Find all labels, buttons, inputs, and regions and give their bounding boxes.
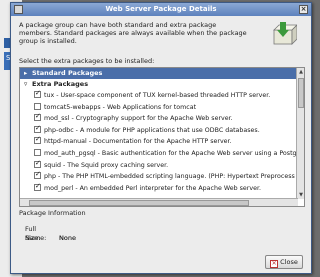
- package-install-icon: [273, 22, 297, 45]
- group-extra-label: Extra Packages: [32, 80, 89, 88]
- package-label: httpd-manual - Documentation for the Apa…: [44, 138, 232, 146]
- window-title: Web Server Package Details: [105, 5, 217, 13]
- package-label: squid - The Squid proxy caching server.: [44, 161, 169, 169]
- package-information-panel: Package Information Full Name: None Size:…: [19, 209, 305, 249]
- close-button-label: Close: [280, 258, 298, 266]
- package-checkbox[interactable]: [34, 88, 41, 100]
- package-checkbox[interactable]: [34, 134, 41, 146]
- group-standard-label: Standard Packages: [32, 69, 103, 77]
- package-label: mod_ssl - Cryptography support for the A…: [44, 115, 233, 123]
- full-name-row: Full Name: None: [19, 225, 305, 242]
- package-row[interactable]: php-odbc - A module for PHP applications…: [20, 123, 304, 137]
- package-checkbox[interactable]: [34, 123, 41, 134]
- vertical-scrollbar[interactable]: ▲ ▼: [296, 68, 304, 199]
- package-row[interactable]: tux - User-space component of TUX kernel…: [20, 88, 304, 102]
- collapse-arrow-icon[interactable]: ▿: [24, 79, 32, 90]
- package-row[interactable]: mod_ssl - Cryptography support for the A…: [20, 111, 304, 125]
- size-label: Size:: [25, 234, 41, 242]
- package-row[interactable]: php - The PHP HTML-embedded scripting la…: [20, 169, 304, 183]
- select-extra-label: Select the extra packages to be installe…: [19, 57, 155, 65]
- close-icon: ✕: [270, 260, 279, 268]
- size-value: None: [59, 234, 76, 242]
- package-row[interactable]: mod_perl - An embedded Perl interpreter …: [20, 181, 304, 195]
- package-label: mod_auth_pgsql - Basic authentication fo…: [44, 149, 300, 157]
- package-label: php-odbc - A module for PHP applications…: [44, 126, 260, 134]
- package-list[interactable]: ▸Standard Packages ▿Extra Packages tux -…: [19, 67, 305, 207]
- package-checkbox[interactable]: [34, 169, 41, 181]
- size-row: Size: None: [19, 234, 305, 243]
- package-label: tux - User-space component of TUX kernel…: [44, 92, 271, 99]
- package-row[interactable]: squid - The Squid proxy caching server.: [20, 158, 304, 172]
- package-checkbox[interactable]: [34, 158, 41, 169]
- package-row[interactable]: httpd-manual - Documentation for the Apa…: [20, 134, 304, 148]
- scroll-down-icon[interactable]: ▼: [297, 191, 304, 199]
- group-extra-packages[interactable]: ▿ Extra Packages: [20, 79, 304, 90]
- horizontal-scrollbar[interactable]: [20, 198, 298, 206]
- package-details-dialog: Web Server Package Details × A package g…: [10, 2, 312, 274]
- extra-packages-rows: tux - User-space component of TUX kernel…: [20, 88, 304, 195]
- window-menu-icon[interactable]: [14, 5, 23, 14]
- expand-arrow-icon[interactable]: ▸: [24, 68, 32, 79]
- close-window-icon[interactable]: ×: [299, 5, 308, 14]
- package-checkbox[interactable]: [34, 148, 41, 156]
- close-button[interactable]: ✕ Close: [265, 255, 303, 269]
- package-label: tomcat5-webapps - Web Applications for t…: [44, 103, 197, 111]
- package-row[interactable]: tomcat5-webapps - Web Applications for t…: [20, 102, 304, 114]
- package-info-title: Package Information: [19, 209, 86, 217]
- group-description: A package group can have both standard a…: [19, 21, 247, 45]
- package-label: mod_perl - An embedded Perl interpreter …: [44, 184, 261, 192]
- scroll-up-icon[interactable]: ▲: [297, 68, 304, 76]
- vertical-scroll-thumb[interactable]: [298, 78, 304, 108]
- group-standard-packages[interactable]: ▸ Standard Packages: [20, 68, 304, 79]
- package-row[interactable]: mod_auth_pgsql - Basic authentication fo…: [20, 148, 304, 160]
- package-checkbox[interactable]: [34, 181, 41, 192]
- horizontal-scroll-thumb[interactable]: [29, 200, 249, 206]
- package-checkbox[interactable]: [34, 111, 41, 123]
- package-label: php - The PHP HTML-embedded scripting la…: [44, 173, 295, 181]
- title-bar[interactable]: Web Server Package Details ×: [11, 3, 311, 16]
- package-checkbox[interactable]: [34, 102, 41, 110]
